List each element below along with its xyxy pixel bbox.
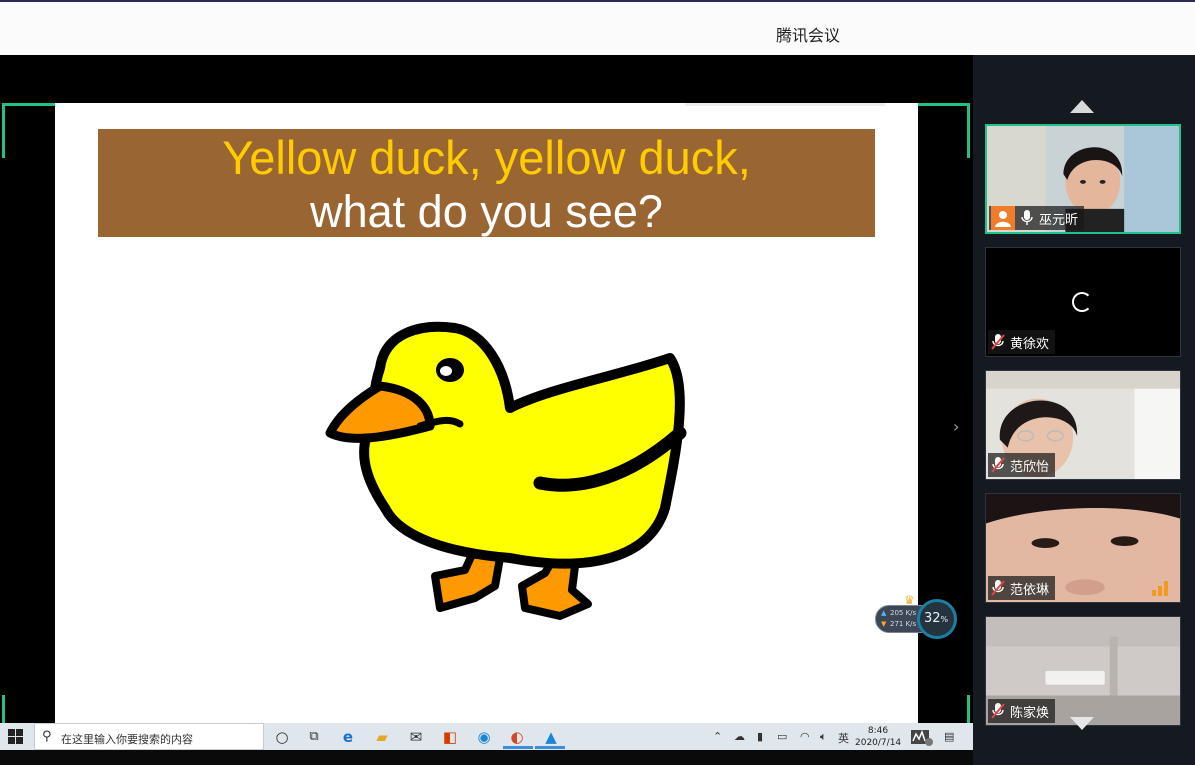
- signal-strength-icon: [1152, 580, 1172, 596]
- screen-share-area: Yellow duck, yellow duck, what do you se…: [0, 55, 973, 750]
- edge-browser-icon[interactable]: e: [338, 727, 358, 747]
- search-placeholder: 在这里输入你要搜索的内容: [61, 733, 193, 746]
- tray-wifi-icon[interactable]: ◠: [800, 730, 810, 743]
- tray-usb-icon[interactable]: ▮: [757, 730, 763, 743]
- participant-sidebar: › 巫元昕 黄徐欢 范欣怡 范依琳 陈家焕: [953, 55, 1195, 765]
- mail-icon[interactable]: ✉: [406, 727, 426, 747]
- participant-name: 巫元昕: [1039, 212, 1079, 228]
- windows-taskbar: ⚲ 在这里输入你要搜索的内容 ○ ⧉ e ▰ ✉ ◧ ◉ ◐ ▲ ⌃ ☁ ▮ ▭…: [0, 723, 973, 750]
- participant-namebar: 巫元昕: [989, 206, 1085, 230]
- clock-time: 8:46: [867, 726, 889, 736]
- share-frame-corner: [2, 103, 57, 158]
- participant-name: 陈家焕: [1010, 705, 1050, 721]
- slide-top-strip: [685, 103, 885, 106]
- network-speed-widget[interactable]: ▲ 205 K/s ▼ 271 K/s ♛ 32%: [874, 593, 958, 639]
- collapse-sidebar-chevron-icon[interactable]: ›: [953, 417, 959, 436]
- powerpoint-icon[interactable]: ◐: [507, 727, 527, 747]
- clock-date: 2020/7/14: [855, 738, 902, 748]
- crown-icon: ♛: [904, 593, 915, 607]
- participant-tile[interactable]: 范依琳: [985, 493, 1181, 603]
- duck-beak: [325, 381, 435, 443]
- title-bar: 腾讯会议: [0, 0, 1195, 55]
- participant-name: 黄徐欢: [1010, 336, 1050, 352]
- microphone-icon: [1019, 209, 1035, 227]
- network-monitor-icon[interactable]: [910, 728, 934, 746]
- download-arrow-icon: ▼: [881, 620, 887, 628]
- microphone-muted-icon: [990, 456, 1006, 474]
- search-icon: ⚲: [42, 729, 52, 744]
- notification-center-icon[interactable]: ▤: [944, 730, 954, 743]
- presentation-slide: Yellow duck, yellow duck, what do you se…: [55, 103, 918, 723]
- participant-tile[interactable]: 巫元昕: [985, 124, 1181, 234]
- tray-expand-icon[interactable]: ⌃: [713, 730, 722, 743]
- download-rate: 271 K/s: [890, 620, 917, 628]
- loading-spinner-icon: [1072, 292, 1092, 312]
- office-icon[interactable]: ◧: [440, 727, 460, 747]
- ime-indicator[interactable]: 英: [838, 730, 849, 746]
- cortana-icon[interactable]: ○: [272, 727, 292, 747]
- participant-name: 范欣怡: [1010, 459, 1050, 475]
- microphone-muted-icon: [990, 333, 1006, 351]
- duck-eye-highlight: [440, 366, 452, 376]
- active-app-indicator: [503, 746, 533, 749]
- share-frame-corner: [915, 103, 970, 158]
- tray-cloud-icon[interactable]: ☁: [734, 730, 745, 743]
- scroll-down-arrow-icon[interactable]: [1070, 717, 1094, 730]
- participant-namebar: 黄徐欢: [988, 330, 1056, 354]
- tencent-meeting-icon[interactable]: ▲: [541, 727, 561, 747]
- scroll-up-arrow-icon[interactable]: [1070, 100, 1094, 113]
- microphone-muted-icon: [990, 579, 1006, 597]
- cpu-percent: 32%: [924, 611, 949, 626]
- participant-tile[interactable]: 陈家焕: [985, 616, 1181, 726]
- participant-namebar: 陈家焕: [988, 699, 1056, 723]
- duck-body: [359, 321, 685, 569]
- tray-battery-icon[interactable]: ▭: [777, 730, 787, 743]
- active-app-indicator: [535, 746, 565, 749]
- upload-rate: 205 K/s: [890, 609, 917, 617]
- participant-namebar: 范欣怡: [988, 453, 1056, 477]
- host-user-icon: [991, 206, 1015, 230]
- participant-namebar: 范依琳: [988, 576, 1056, 600]
- slide-title-line2: what do you see?: [310, 186, 663, 237]
- yellow-duck-illustration: [325, 321, 687, 620]
- meeting-window: 腾讯会议 Yellow duck, yellow duck, what do y…: [0, 0, 1195, 765]
- upload-arrow-icon: ▲: [881, 609, 887, 617]
- browser-icon[interactable]: ◉: [474, 727, 494, 747]
- file-explorer-icon[interactable]: ▰: [372, 727, 392, 747]
- participant-name: 范依琳: [1010, 582, 1050, 598]
- participant-tile[interactable]: 黄徐欢: [985, 247, 1181, 357]
- task-view-icon[interactable]: ⧉: [304, 727, 324, 747]
- app-title: 腾讯会议: [776, 26, 841, 45]
- slide-title-line1: Yellow duck, yellow duck,: [222, 131, 751, 184]
- windows-start-icon[interactable]: [8, 729, 24, 745]
- taskbar-search-input[interactable]: ⚲ 在这里输入你要搜索的内容: [34, 723, 264, 750]
- participant-tile[interactable]: 范欣怡: [985, 370, 1181, 480]
- tray-volume-icon[interactable]: 🔈︎: [820, 730, 827, 744]
- microphone-muted-icon: [990, 702, 1006, 720]
- taskbar-clock[interactable]: 8:46 2020/7/14: [855, 725, 901, 749]
- slide-title-banner: Yellow duck, yellow duck, what do you se…: [98, 129, 875, 237]
